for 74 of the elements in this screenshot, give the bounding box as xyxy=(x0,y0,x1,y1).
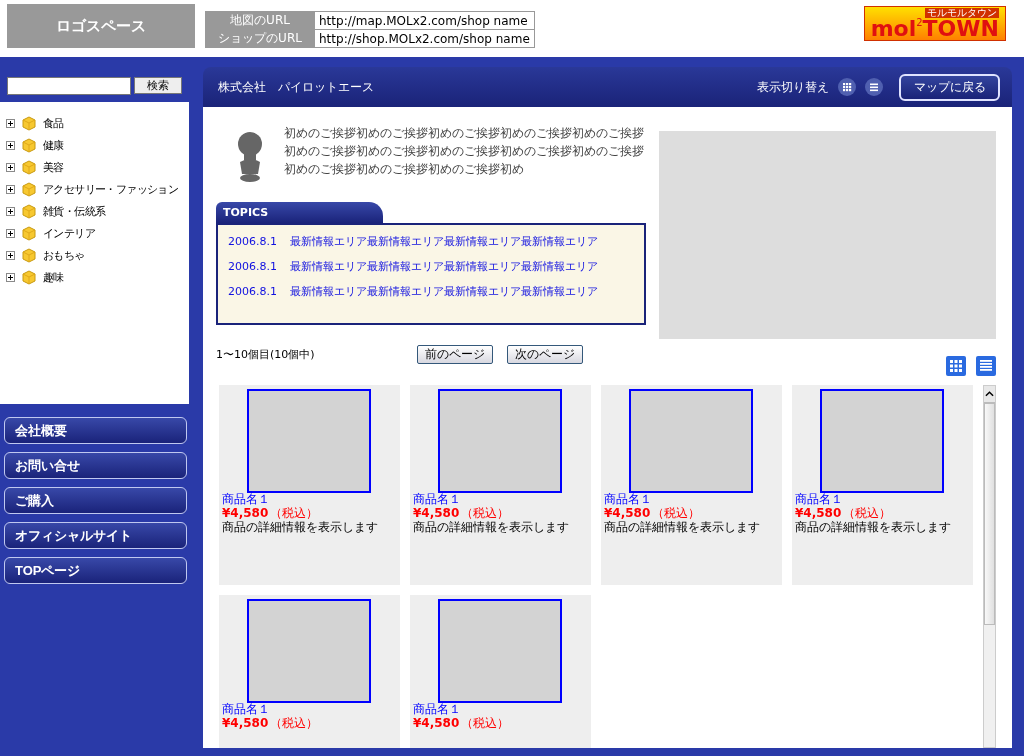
product-price: ¥4,580 （税込） xyxy=(222,716,320,730)
next-page-button[interactable]: 次のページ xyxy=(507,345,583,364)
product-description: 商品の詳細情報を表示します xyxy=(222,520,379,535)
topic-link[interactable]: 最新情報エリア最新情報エリア最新情報エリア最新情報エリア xyxy=(290,234,598,249)
product-name[interactable]: 商品名１ xyxy=(222,703,400,716)
previous-page-button[interactable]: 前のページ xyxy=(417,345,493,364)
product-card[interactable]: 商品名１ ¥4,580 （税込） 商品の詳細情報を表示します xyxy=(792,385,973,585)
topic-date: 2006.8.1 xyxy=(228,235,278,248)
product-name[interactable]: 商品名１ xyxy=(222,493,400,506)
product-name[interactable]: 商品名１ xyxy=(604,493,782,506)
category-item[interactable]: インテリア xyxy=(43,225,95,241)
topic-date: 2006.8.1 xyxy=(228,285,278,298)
product-name[interactable]: 商品名１ xyxy=(795,493,973,506)
view-toggle-label: 表示切り替え xyxy=(757,78,829,96)
menu-button[interactable]: 会社概要 xyxy=(4,417,187,444)
product-card[interactable]: 商品名１ ¥4,580 （税込） 商品の詳細情報を表示します xyxy=(219,385,400,585)
expand-icon[interactable] xyxy=(6,118,15,128)
product-card[interactable]: 商品名１ ¥4,580 （税込） 商品の詳細情報を表示します xyxy=(601,385,782,585)
box-icon xyxy=(21,181,37,197)
category-item[interactable]: アクセサリー・ファッション xyxy=(43,181,179,197)
box-icon xyxy=(21,269,37,285)
product-name[interactable]: 商品名１ xyxy=(413,493,591,506)
category-item[interactable]: 雑貨・伝統系 xyxy=(43,203,106,219)
search-field[interactable] xyxy=(7,77,131,95)
product-price: ¥4,580 （税込） xyxy=(413,506,511,520)
product-name[interactable]: 商品名１ xyxy=(413,703,591,716)
item-count: 1〜10個目(10個中) xyxy=(216,347,316,362)
box-icon xyxy=(21,115,37,131)
expand-icon[interactable] xyxy=(6,228,15,238)
category-item[interactable]: 美容 xyxy=(43,159,64,175)
expand-icon[interactable] xyxy=(6,140,15,150)
expand-icon[interactable] xyxy=(6,250,15,260)
menu-button[interactable]: TOPページ xyxy=(4,557,187,584)
grid-view-icon[interactable] xyxy=(838,78,856,96)
menu-button[interactable]: オフィシャルサイト xyxy=(4,522,187,549)
product-price: ¥4,580 （税込） xyxy=(604,506,702,520)
scrollbar[interactable] xyxy=(983,385,996,748)
topic-link[interactable]: 最新情報エリア最新情報エリア最新情報エリア最新情報エリア xyxy=(290,284,598,299)
expand-icon[interactable] xyxy=(6,272,15,282)
box-icon xyxy=(21,203,37,219)
topic-date: 2006.8.1 xyxy=(228,260,278,273)
expand-icon[interactable] xyxy=(6,162,15,172)
company-name: 株式会社 パイロットエース xyxy=(218,78,375,96)
logo-placeholder-text: ロゴスペース xyxy=(56,16,146,36)
back-to-map-button[interactable]: マップに戻る xyxy=(899,73,1000,101)
list-view-icon[interactable] xyxy=(865,78,883,96)
category-item[interactable]: おもちゃ xyxy=(43,247,85,263)
product-description: 商品の詳細情報を表示します xyxy=(795,520,952,535)
product-card[interactable]: 商品名１ ¥4,580 （税込） xyxy=(410,595,591,748)
expand-icon[interactable] xyxy=(6,206,15,216)
menu-button[interactable]: ご購入 xyxy=(4,487,187,514)
product-description: 商品の詳細情報を表示します xyxy=(604,520,761,535)
product-card[interactable]: 商品名１ ¥4,580 （税込） 商品の詳細情報を表示します xyxy=(410,385,591,585)
product-card[interactable]: 商品名１ ¥4,580 （税込） xyxy=(219,595,400,748)
greeting-text: 初めのご挨拶初めのご挨拶初めのご挨拶初めのご挨拶初めのご挨拶初めのご挨拶初めのご挨拶初めのご挨拶初めのご挨拶初めのご挨拶初めのご挨拶初めのご挨拶初めのご挨拶初め xyxy=(284,125,645,178)
menu-button[interactable]: お問い合せ xyxy=(4,452,187,479)
url-value: http://map.MOLx2.com/shop name xyxy=(314,11,535,30)
category-item[interactable]: 趣味 xyxy=(43,269,64,285)
box-icon xyxy=(21,137,37,153)
category-item[interactable]: 健康 xyxy=(43,137,64,153)
box-icon xyxy=(21,159,37,175)
category-item[interactable]: 食品 xyxy=(43,115,64,131)
expand-icon[interactable] xyxy=(6,184,15,194)
product-description: 商品の詳細情報を表示します xyxy=(413,520,570,535)
url-label: 地図のURL xyxy=(205,11,315,30)
product-price: ¥4,580 （税込） xyxy=(795,506,893,520)
product-price: ¥4,580 （税込） xyxy=(222,506,320,520)
topic-link[interactable]: 最新情報エリア最新情報エリア最新情報エリア最新情報エリア xyxy=(290,259,598,274)
product-price: ¥4,580 （税込） xyxy=(413,716,511,730)
search-button[interactable]: 検索 xyxy=(134,77,182,94)
url-value: http://shop.MOLx2.com/shop name xyxy=(314,29,535,48)
box-icon xyxy=(21,225,37,241)
brand-logo[interactable]: モルモルタウン mol$^{2}$TOWN xyxy=(863,6,1006,41)
box-icon xyxy=(21,247,37,263)
